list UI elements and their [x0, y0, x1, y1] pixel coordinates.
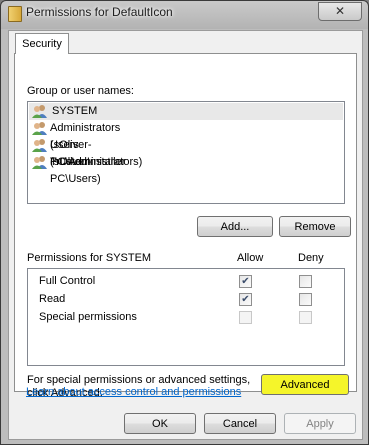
list-item-label: SYSTEM	[52, 105, 98, 117]
deny-special-permissions-checkbox	[299, 311, 312, 324]
permissions-dialog: Permissions for DefaultIcon ✕ Security G…	[0, 0, 369, 445]
deny-full-control-checkbox[interactable]	[299, 275, 312, 288]
advanced-button[interactable]: Advanced	[261, 374, 349, 395]
group-names-label: Group or user names:	[27, 85, 134, 97]
window-title: Permissions for DefaultIcon	[26, 5, 173, 19]
tab-security[interactable]: Security	[15, 33, 69, 54]
users-icon	[32, 139, 47, 152]
users-icon	[32, 105, 47, 118]
permission-name: Read	[39, 293, 66, 305]
title-bar[interactable]: Permissions for DefaultIcon ✕	[1, 1, 368, 25]
deny-read-checkbox[interactable]	[299, 293, 312, 306]
users-icon	[32, 122, 47, 135]
cancel-button[interactable]: Cancel	[204, 413, 276, 434]
list-item-label: TrustedInstaller	[50, 156, 126, 168]
ok-button[interactable]: OK	[124, 413, 196, 434]
group-names-list[interactable]: SYSTEM Administrators (sOliver-PC\Admini…	[27, 101, 345, 204]
remove-button[interactable]: Remove	[279, 216, 351, 237]
allow-full-control-checkbox[interactable]: ✔	[239, 275, 252, 288]
permissions-list: Full Control ✔ Read ✔ Special permission…	[27, 268, 345, 366]
allow-special-permissions-checkbox	[239, 311, 252, 324]
users-icon	[32, 156, 47, 169]
permissions-for-label: Permissions for SYSTEM	[27, 252, 152, 264]
permission-name: Full Control	[39, 275, 96, 287]
learn-more-link[interactable]: Learn about access control and permissio…	[26, 386, 241, 398]
allow-read-checkbox[interactable]: ✔	[239, 293, 252, 306]
security-tab-page: Group or user names: SYSTEM Administrato…	[14, 53, 357, 399]
folder-icon	[8, 6, 22, 22]
dialog-body: Security Group or user names: SYSTEM Adm…	[8, 30, 363, 440]
permission-name: Special permissions	[39, 311, 137, 323]
add-button[interactable]: Add...	[197, 216, 273, 237]
close-button[interactable]: ✕	[318, 2, 362, 21]
allow-header: Allow	[237, 252, 264, 264]
deny-header: Deny	[298, 252, 324, 264]
apply-button: Apply	[284, 413, 356, 434]
